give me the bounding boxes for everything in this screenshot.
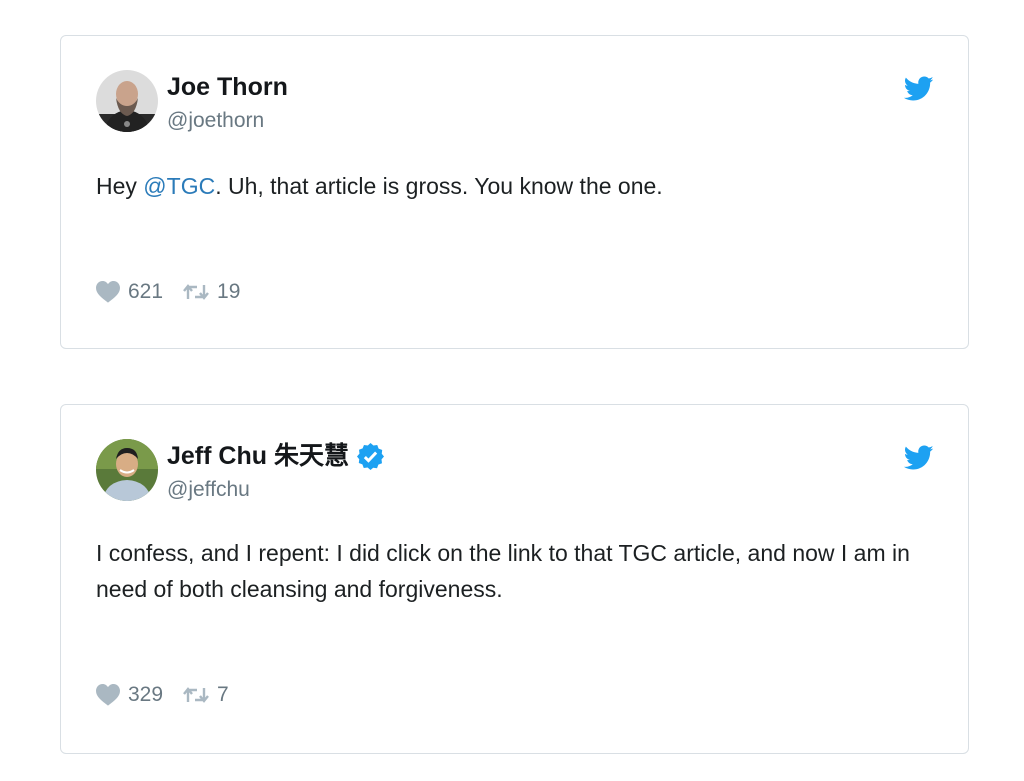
user-handle[interactable]: @joethorn <box>167 108 264 134</box>
retweet-icon <box>183 687 209 703</box>
tweet-actions: 329 7 <box>96 683 229 707</box>
tweet-actions: 621 19 <box>96 280 240 304</box>
retweet-icon <box>183 284 209 300</box>
user-handle[interactable]: @jeffchu <box>167 477 250 503</box>
retweet-button[interactable]: 7 <box>183 683 229 707</box>
twitter-bird-icon[interactable] <box>904 445 934 471</box>
verified-badge-icon <box>356 442 384 470</box>
like-button[interactable]: 329 <box>96 683 163 707</box>
avatar[interactable] <box>96 70 158 132</box>
tweet-card[interactable]: Joe Thorn @joethorn Hey @TGC. Uh, that a… <box>60 35 969 349</box>
like-button[interactable]: 621 <box>96 280 163 304</box>
like-count: 621 <box>128 280 164 303</box>
display-name[interactable]: Jeff Chu 朱天慧 <box>167 441 349 471</box>
retweet-count: 7 <box>217 683 229 706</box>
tweet-text-after: . Uh, that article is gross. You know th… <box>215 173 663 199</box>
mention-link[interactable]: @TGC <box>143 173 215 199</box>
display-name[interactable]: Joe Thorn <box>167 72 288 102</box>
avatar-image <box>96 439 158 501</box>
like-count: 329 <box>128 683 164 706</box>
avatar[interactable] <box>96 439 158 501</box>
twitter-bird-icon[interactable] <box>904 76 934 102</box>
author-name-row[interactable]: Joe Thorn <box>167 72 288 102</box>
author-name-row[interactable]: Jeff Chu 朱天慧 <box>167 441 384 471</box>
tweet-text: Hey @TGC. Uh, that article is gross. You… <box>96 168 928 204</box>
retweet-count: 19 <box>217 280 241 303</box>
heart-icon <box>96 684 120 706</box>
tweet-text: I confess, and I repent: I did click on … <box>96 540 910 602</box>
tweet-card[interactable]: Jeff Chu 朱天慧 @jeffchu I confess, and I r… <box>60 404 969 754</box>
heart-icon <box>96 281 120 303</box>
retweet-button[interactable]: 19 <box>183 280 240 304</box>
tweet-text-before: Hey <box>96 173 144 199</box>
avatar-image <box>96 70 158 132</box>
